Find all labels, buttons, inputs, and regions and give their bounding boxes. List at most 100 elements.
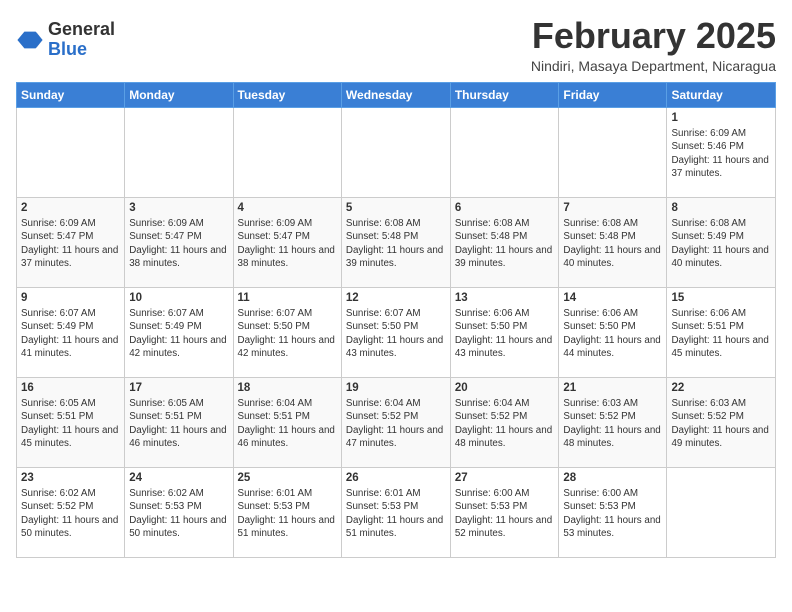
location-text: Nindiri, Masaya Department, Nicaragua (531, 58, 776, 74)
day-of-week-header: Tuesday (233, 82, 341, 107)
day-info: Sunrise: 6:01 AM Sunset: 5:53 PM Dayligh… (238, 487, 337, 540)
day-number: 6 (455, 201, 555, 217)
calendar-cell: 2Sunrise: 6:09 AM Sunset: 5:47 PM Daylig… (17, 197, 125, 287)
calendar-week-row: 2Sunrise: 6:09 AM Sunset: 5:47 PM Daylig… (17, 197, 776, 287)
day-info: Sunrise: 6:02 AM Sunset: 5:53 PM Dayligh… (129, 487, 228, 540)
day-number: 13 (455, 291, 555, 307)
day-of-week-header: Friday (559, 82, 667, 107)
calendar-header: SundayMondayTuesdayWednesdayThursdayFrid… (17, 82, 776, 107)
day-info: Sunrise: 6:03 AM Sunset: 5:52 PM Dayligh… (671, 397, 771, 450)
title-area: February 2025 Nindiri, Masaya Department… (531, 16, 776, 74)
calendar-cell (17, 107, 125, 197)
day-info: Sunrise: 6:01 AM Sunset: 5:53 PM Dayligh… (346, 487, 446, 540)
day-info: Sunrise: 6:07 AM Sunset: 5:49 PM Dayligh… (129, 307, 228, 360)
calendar-cell: 3Sunrise: 6:09 AM Sunset: 5:47 PM Daylig… (125, 197, 233, 287)
calendar-week-row: 9Sunrise: 6:07 AM Sunset: 5:49 PM Daylig… (17, 287, 776, 377)
day-info: Sunrise: 6:08 AM Sunset: 5:48 PM Dayligh… (563, 217, 662, 270)
calendar-cell: 17Sunrise: 6:05 AM Sunset: 5:51 PM Dayli… (125, 377, 233, 467)
day-number: 12 (346, 291, 446, 307)
month-title: February 2025 (531, 16, 776, 56)
calendar-cell: 25Sunrise: 6:01 AM Sunset: 5:53 PM Dayli… (233, 467, 341, 557)
day-info: Sunrise: 6:00 AM Sunset: 5:53 PM Dayligh… (455, 487, 555, 540)
day-info: Sunrise: 6:08 AM Sunset: 5:48 PM Dayligh… (455, 217, 555, 270)
day-number: 11 (238, 291, 337, 307)
day-number: 26 (346, 471, 446, 487)
calendar-cell: 22Sunrise: 6:03 AM Sunset: 5:52 PM Dayli… (667, 377, 776, 467)
day-info: Sunrise: 6:09 AM Sunset: 5:47 PM Dayligh… (129, 217, 228, 270)
day-number: 3 (129, 201, 228, 217)
calendar-week-row: 1Sunrise: 6:09 AM Sunset: 5:46 PM Daylig… (17, 107, 776, 197)
calendar-cell: 24Sunrise: 6:02 AM Sunset: 5:53 PM Dayli… (125, 467, 233, 557)
calendar-cell: 12Sunrise: 6:07 AM Sunset: 5:50 PM Dayli… (341, 287, 450, 377)
calendar-cell: 6Sunrise: 6:08 AM Sunset: 5:48 PM Daylig… (450, 197, 559, 287)
calendar-cell: 1Sunrise: 6:09 AM Sunset: 5:46 PM Daylig… (667, 107, 776, 197)
day-number: 18 (238, 381, 337, 397)
calendar-cell: 16Sunrise: 6:05 AM Sunset: 5:51 PM Dayli… (17, 377, 125, 467)
calendar-cell (341, 107, 450, 197)
day-info: Sunrise: 6:06 AM Sunset: 5:50 PM Dayligh… (455, 307, 555, 360)
logo: General Blue (16, 20, 115, 60)
day-of-week-header: Sunday (17, 82, 125, 107)
day-of-week-header: Saturday (667, 82, 776, 107)
calendar-cell: 27Sunrise: 6:00 AM Sunset: 5:53 PM Dayli… (450, 467, 559, 557)
calendar-cell (233, 107, 341, 197)
day-number: 10 (129, 291, 228, 307)
day-number: 28 (563, 471, 662, 487)
calendar-week-row: 16Sunrise: 6:05 AM Sunset: 5:51 PM Dayli… (17, 377, 776, 467)
logo-general-text: General (48, 20, 115, 40)
day-number: 14 (563, 291, 662, 307)
days-header-row: SundayMondayTuesdayWednesdayThursdayFrid… (17, 82, 776, 107)
calendar-cell: 5Sunrise: 6:08 AM Sunset: 5:48 PM Daylig… (341, 197, 450, 287)
day-info: Sunrise: 6:09 AM Sunset: 5:47 PM Dayligh… (238, 217, 337, 270)
day-info: Sunrise: 6:06 AM Sunset: 5:50 PM Dayligh… (563, 307, 662, 360)
calendar-cell: 9Sunrise: 6:07 AM Sunset: 5:49 PM Daylig… (17, 287, 125, 377)
calendar-cell: 13Sunrise: 6:06 AM Sunset: 5:50 PM Dayli… (450, 287, 559, 377)
day-of-week-header: Thursday (450, 82, 559, 107)
calendar-cell: 20Sunrise: 6:04 AM Sunset: 5:52 PM Dayli… (450, 377, 559, 467)
calendar-cell: 21Sunrise: 6:03 AM Sunset: 5:52 PM Dayli… (559, 377, 667, 467)
day-number: 20 (455, 381, 555, 397)
day-number: 27 (455, 471, 555, 487)
day-of-week-header: Wednesday (341, 82, 450, 107)
day-number: 22 (671, 381, 771, 397)
calendar-cell: 11Sunrise: 6:07 AM Sunset: 5:50 PM Dayli… (233, 287, 341, 377)
day-number: 19 (346, 381, 446, 397)
day-number: 7 (563, 201, 662, 217)
day-number: 15 (671, 291, 771, 307)
logo-blue-text: Blue (48, 40, 115, 60)
day-info: Sunrise: 6:03 AM Sunset: 5:52 PM Dayligh… (563, 397, 662, 450)
calendar-cell: 4Sunrise: 6:09 AM Sunset: 5:47 PM Daylig… (233, 197, 341, 287)
day-number: 9 (21, 291, 120, 307)
calendar-cell: 14Sunrise: 6:06 AM Sunset: 5:50 PM Dayli… (559, 287, 667, 377)
day-info: Sunrise: 6:00 AM Sunset: 5:53 PM Dayligh… (563, 487, 662, 540)
day-info: Sunrise: 6:04 AM Sunset: 5:52 PM Dayligh… (455, 397, 555, 450)
logo-text: General Blue (48, 20, 115, 60)
calendar-cell: 26Sunrise: 6:01 AM Sunset: 5:53 PM Dayli… (341, 467, 450, 557)
calendar-cell: 15Sunrise: 6:06 AM Sunset: 5:51 PM Dayli… (667, 287, 776, 377)
day-number: 1 (671, 111, 771, 127)
day-info: Sunrise: 6:08 AM Sunset: 5:49 PM Dayligh… (671, 217, 771, 270)
calendar-body: 1Sunrise: 6:09 AM Sunset: 5:46 PM Daylig… (17, 107, 776, 557)
day-number: 17 (129, 381, 228, 397)
day-number: 25 (238, 471, 337, 487)
page-header: General Blue February 2025 Nindiri, Masa… (16, 16, 776, 74)
day-number: 16 (21, 381, 120, 397)
day-number: 24 (129, 471, 228, 487)
calendar-cell (559, 107, 667, 197)
calendar-cell: 18Sunrise: 6:04 AM Sunset: 5:51 PM Dayli… (233, 377, 341, 467)
day-number: 21 (563, 381, 662, 397)
calendar-cell: 19Sunrise: 6:04 AM Sunset: 5:52 PM Dayli… (341, 377, 450, 467)
calendar-cell (450, 107, 559, 197)
calendar-cell: 28Sunrise: 6:00 AM Sunset: 5:53 PM Dayli… (559, 467, 667, 557)
day-of-week-header: Monday (125, 82, 233, 107)
day-info: Sunrise: 6:06 AM Sunset: 5:51 PM Dayligh… (671, 307, 771, 360)
day-info: Sunrise: 6:08 AM Sunset: 5:48 PM Dayligh… (346, 217, 446, 270)
calendar-week-row: 23Sunrise: 6:02 AM Sunset: 5:52 PM Dayli… (17, 467, 776, 557)
calendar-cell: 23Sunrise: 6:02 AM Sunset: 5:52 PM Dayli… (17, 467, 125, 557)
day-info: Sunrise: 6:02 AM Sunset: 5:52 PM Dayligh… (21, 487, 120, 540)
day-info: Sunrise: 6:07 AM Sunset: 5:49 PM Dayligh… (21, 307, 120, 360)
calendar-cell: 7Sunrise: 6:08 AM Sunset: 5:48 PM Daylig… (559, 197, 667, 287)
day-number: 23 (21, 471, 120, 487)
day-info: Sunrise: 6:07 AM Sunset: 5:50 PM Dayligh… (346, 307, 446, 360)
calendar-cell: 10Sunrise: 6:07 AM Sunset: 5:49 PM Dayli… (125, 287, 233, 377)
